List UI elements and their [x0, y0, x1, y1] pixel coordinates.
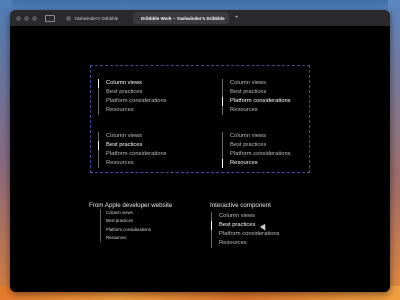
nav-item[interactable]: Resources [98, 106, 167, 115]
nav-item-label: Best practices [230, 142, 267, 148]
new-tab-button[interactable]: + [235, 15, 239, 21]
nav-variant-4: Column views Best practices Platform consi… [222, 132, 291, 168]
nav-item-label: Platform considerations [106, 98, 167, 104]
nav-item[interactable]: Column views [98, 79, 167, 88]
browser-window: Yashwinder's Dribbble Dribbble Work – Ya… [10, 10, 390, 292]
nav-item[interactable]: Best practices [222, 141, 291, 150]
nav-item[interactable]: Resources [98, 159, 167, 168]
nav-item[interactable]: Platform considerations [98, 150, 167, 159]
nav-rail [100, 233, 101, 243]
page-content: Column views Best practices Platform consi… [10, 26, 390, 292]
nav-item-label: Platform considerations [106, 226, 151, 232]
nav-item-label: Best practices [106, 142, 143, 148]
nav-rail [222, 79, 223, 88]
nav-item-label: Best practices [230, 89, 267, 95]
nav-item-label: Resources [106, 107, 134, 113]
nav-rail [211, 230, 212, 239]
nav-item[interactable]: Column views [98, 132, 167, 141]
nav-rail [98, 88, 99, 97]
interactive-nav-list: Column views Best practices Platform consi… [211, 212, 280, 248]
active-indicator [98, 79, 100, 88]
apple-nav-item[interactable]: Best practices [100, 217, 151, 226]
nav-variant-1: Column views Best practices Platform consi… [98, 79, 167, 115]
nav-rail [211, 239, 212, 248]
apple-section-heading: From Apple developer website [89, 202, 173, 209]
nav-item[interactable]: Resources [211, 239, 280, 248]
nav-item-label: Resources [230, 160, 258, 166]
tab-dribbble-profile[interactable]: Yashwinder's Dribbble [61, 12, 133, 24]
nav-item-label: Best practices [106, 218, 133, 224]
active-indicator [222, 97, 224, 106]
nav-rail [211, 212, 212, 221]
nav-item-label: Resources [219, 240, 247, 246]
nav-variant-3: Column views Best practices Platform consi… [98, 132, 167, 168]
nav-item[interactable]: Resources [222, 159, 291, 168]
nav-item-label: Platform considerations [230, 151, 291, 157]
nav-item[interactable]: Column views [222, 132, 291, 141]
nav-item-label: Best practices [106, 89, 143, 95]
nav-rail [98, 132, 99, 141]
tab-label: Yashwinder's Dribbble [74, 15, 119, 21]
nav-item[interactable]: Resources [222, 106, 291, 115]
nav-item[interactable]: Platform considerations [211, 230, 280, 239]
nav-item-label: Column views [106, 133, 143, 139]
dribbble-favicon-icon [66, 15, 71, 21]
nav-item[interactable]: Platform considerations [98, 97, 167, 106]
nav-item-label: Resources [230, 107, 258, 113]
interactive-section-heading: Interactive component [210, 202, 271, 209]
apple-nav-item[interactable]: Platform considerations [100, 225, 151, 234]
nav-item-label: Resources [106, 160, 134, 166]
nav-item[interactable]: Best practices [211, 221, 280, 230]
nav-item-label: Column views [106, 210, 133, 215]
active-indicator [222, 159, 224, 168]
nav-item[interactable]: Best practices [98, 141, 167, 150]
nav-variant-2: Column views Best practices Platform consi… [222, 79, 291, 115]
apple-nav-item[interactable]: Column views [100, 209, 151, 218]
active-indicator [98, 141, 100, 150]
window-controls [16, 15, 37, 21]
tab-label: Dribbble Work – Yashwinder's Dribbble [141, 15, 225, 21]
nav-item-label: Column views [106, 80, 143, 86]
nav-item-label: Column views [230, 80, 267, 86]
nav-item[interactable]: Column views [211, 212, 280, 221]
minimize-window-button[interactable] [24, 15, 29, 21]
nav-rail [100, 225, 101, 234]
nav-item[interactable]: Column views [222, 79, 291, 88]
nav-rail [100, 209, 101, 218]
nav-item-label: Column views [219, 213, 256, 219]
nav-item[interactable]: Platform considerations [222, 150, 291, 159]
nav-item-label: Column views [230, 133, 267, 139]
nav-rail [222, 150, 223, 159]
close-window-button[interactable] [16, 15, 21, 21]
active-indicator [211, 221, 213, 230]
nav-rail [222, 106, 223, 115]
tab-dribbble-work[interactable]: Dribbble Work – Yashwinder's Dribbble [133, 12, 229, 24]
nav-rail [98, 159, 99, 168]
nav-item-label: Best practices [219, 222, 256, 228]
nav-rail [98, 97, 99, 106]
nav-rail [98, 150, 99, 159]
nav-item-label: Resources [106, 234, 127, 240]
nav-item[interactable]: Platform considerations [222, 97, 291, 106]
nav-rail [222, 88, 223, 97]
nav-item-label: Platform considerations [230, 98, 291, 104]
zoom-window-button[interactable] [32, 15, 37, 21]
nav-item-label: Platform considerations [219, 231, 280, 237]
nav-rail [222, 132, 223, 141]
browser-titlebar: Yashwinder's Dribbble Dribbble Work – Ya… [10, 10, 390, 26]
apple-nav-item[interactable]: Resources [100, 233, 151, 243]
nav-rail [98, 106, 99, 115]
nav-item[interactable]: Best practices [98, 88, 167, 97]
nav-item[interactable]: Best practices [222, 88, 291, 97]
apple-nav-list: Column views Best practices Platform consi… [100, 209, 151, 243]
nav-item-label: Platform considerations [106, 151, 167, 157]
nav-rail [222, 141, 223, 150]
sidebar-toggle-icon[interactable] [45, 14, 55, 22]
nav-rail [100, 217, 101, 226]
